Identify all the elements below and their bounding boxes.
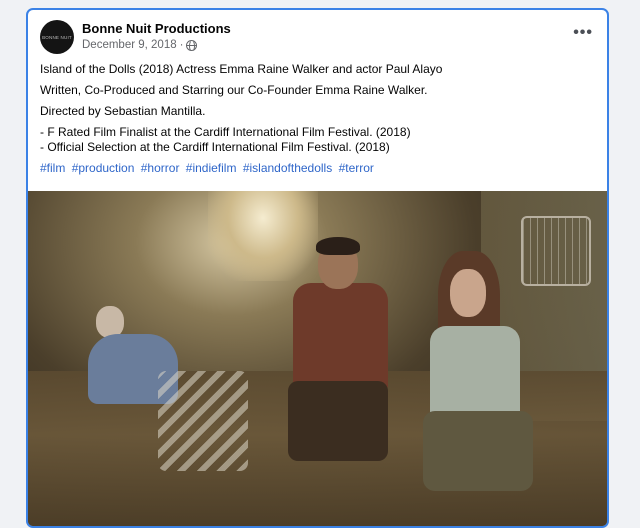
hashtag-link[interactable]: #terror — [339, 161, 374, 175]
post-subline: December 9, 2018 · — [82, 38, 231, 53]
actress-torso — [430, 326, 520, 421]
post-card: BONNE NUIT Bonne Nuit Productions Decemb… — [26, 8, 609, 528]
actress-legs — [423, 411, 533, 491]
hashtag-link[interactable]: #production — [72, 161, 135, 175]
bottles — [158, 371, 248, 471]
post-line-1: Island of the Dolls (2018) Actress Emma … — [40, 62, 443, 76]
actress-head — [450, 269, 486, 317]
actor-legs — [288, 381, 388, 461]
hashtag-link[interactable]: #film — [40, 161, 65, 175]
actor-torso — [293, 283, 388, 393]
post-text: Island of the Dolls (2018) Actress Emma … — [40, 62, 600, 176]
hashtag-link[interactable]: #horror — [141, 161, 180, 175]
post-meta: Bonne Nuit Productions December 9, 2018 … — [82, 21, 231, 53]
post-line-3: Directed by Sebastian Mantilla. — [40, 104, 206, 118]
post-line-4: - F Rated Film Finalist at the Cardiff I… — [40, 125, 411, 139]
hashtag-link[interactable]: #islandofthedolls — [243, 161, 332, 175]
hashtag-link[interactable]: #indiefilm — [186, 161, 237, 175]
post-line-5: - Official Selection at the Cardiff Inte… — [40, 140, 390, 154]
post-date-link[interactable]: December 9, 2018 — [82, 38, 177, 53]
actor-figure — [278, 237, 398, 471]
actress-figure — [418, 251, 533, 491]
hashtag-list: #film #production #horror #indiefilm #is… — [40, 161, 600, 176]
post-awards: - F Rated Film Finalist at the Cardiff I… — [40, 125, 600, 155]
actor-hair — [316, 237, 360, 255]
post-photo[interactable] — [28, 191, 607, 526]
globe-icon[interactable] — [186, 40, 198, 52]
more-options-icon[interactable]: ••• — [573, 24, 593, 42]
page-name-link[interactable]: Bonne Nuit Productions — [82, 21, 231, 37]
post-header: BONNE NUIT Bonne Nuit Productions Decemb… — [40, 20, 231, 54]
separator: · — [179, 39, 184, 51]
avatar[interactable]: BONNE NUIT — [40, 20, 74, 54]
post-line-2: Written, Co-Produced and Starring our Co… — [40, 83, 428, 97]
